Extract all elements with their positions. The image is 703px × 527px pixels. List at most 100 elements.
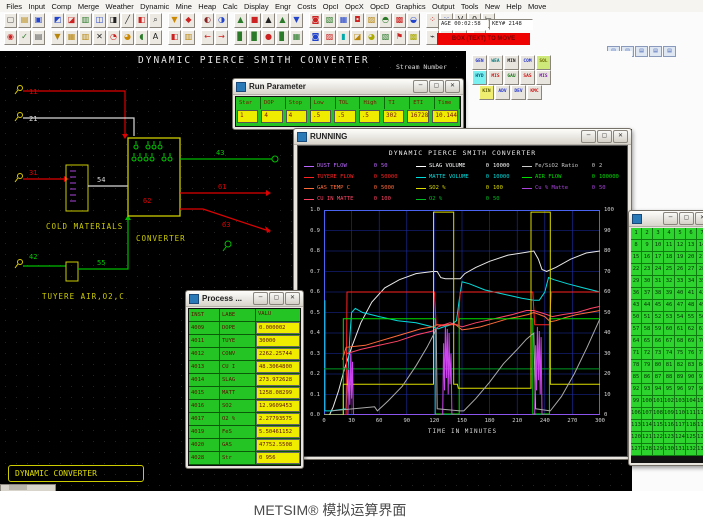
stream-number-cell[interactable]: 24 bbox=[653, 264, 664, 276]
minimized-window-icon[interactable]: ▤ bbox=[635, 46, 648, 57]
stream-number-cell[interactable]: 64 bbox=[631, 336, 642, 348]
mixer-unit[interactable] bbox=[65, 164, 89, 212]
stream-number-cell[interactable]: 133 bbox=[697, 444, 703, 456]
run-parameter-value[interactable]: 10.144 bbox=[432, 110, 459, 123]
toolbar-button[interactable]: ◘ bbox=[351, 13, 364, 28]
stream-number-cell[interactable]: 82 bbox=[675, 360, 686, 372]
menu-item-weather[interactable]: Weather bbox=[102, 2, 137, 11]
toolbar-button[interactable]: ◙ bbox=[309, 30, 322, 45]
stream-number-cell[interactable]: 48 bbox=[686, 300, 697, 312]
module-button-sas[interactable]: SAS bbox=[520, 70, 535, 85]
stream-number-cell[interactable]: 8 bbox=[631, 240, 642, 252]
toolbar-button[interactable]: ▊ bbox=[234, 30, 247, 45]
stream-number-cell[interactable]: 29 bbox=[631, 276, 642, 288]
stream-number-cell[interactable]: 104 bbox=[686, 396, 697, 408]
stream-number-cell[interactable]: 56 bbox=[697, 312, 703, 324]
stream-number-cell[interactable]: 3 bbox=[653, 228, 664, 240]
menu-item-dynamic[interactable]: Dynamic bbox=[137, 2, 173, 11]
stream-number-cell[interactable]: 36 bbox=[631, 288, 642, 300]
stream-number-cell[interactable]: 79 bbox=[642, 360, 653, 372]
running-titlebar[interactable]: RUNNING ─ ▢ ✕ bbox=[294, 129, 631, 145]
module-button-dev[interactable]: DEV bbox=[511, 85, 526, 100]
menu-item-move[interactable]: Move bbox=[525, 2, 550, 11]
toolbar-button[interactable]: ▮ bbox=[337, 30, 350, 45]
toolbar-button[interactable]: ▤ bbox=[32, 30, 45, 45]
toolbar-button[interactable]: ▢ bbox=[4, 13, 17, 28]
stream-number-cell[interactable]: 123 bbox=[664, 432, 675, 444]
module-button-wea[interactable]: WEA bbox=[488, 55, 503, 70]
stream-number-cell[interactable]: 119 bbox=[697, 420, 703, 432]
process-titlebar[interactable]: Process ... ─ ▢ ✕ bbox=[186, 291, 303, 307]
menu-item-comp[interactable]: Comp bbox=[48, 2, 74, 11]
stream-number-cell[interactable]: 39 bbox=[664, 288, 675, 300]
toolbar-button[interactable]: ◆ bbox=[182, 13, 195, 28]
run-parameter-value[interactable]: 302 bbox=[382, 110, 405, 123]
toolbar-button[interactable]: ◧ bbox=[168, 30, 181, 45]
minimize-button[interactable]: ─ bbox=[413, 80, 428, 93]
toolbar-button[interactable]: ▲ bbox=[234, 13, 247, 28]
toolbar-button[interactable]: ▼ bbox=[168, 13, 181, 28]
stream-number-cell[interactable]: 120 bbox=[631, 432, 642, 444]
menu-item-opci[interactable]: OpcI bbox=[320, 2, 342, 11]
stream-number-cell[interactable]: 35 bbox=[697, 276, 703, 288]
minimize-button[interactable]: ─ bbox=[581, 130, 596, 143]
tuyere-unit[interactable] bbox=[65, 261, 79, 282]
minimize-button[interactable]: ─ bbox=[253, 292, 268, 305]
stream-number-cell[interactable]: 106 bbox=[631, 408, 642, 420]
stream-number-cell[interactable]: 116 bbox=[664, 420, 675, 432]
toolbar-button[interactable]: ▧ bbox=[323, 13, 336, 28]
module-button-mis[interactable]: MIS bbox=[536, 70, 551, 85]
toolbar-button[interactable]: ■ bbox=[248, 13, 261, 28]
stream-number-cell[interactable]: 70 bbox=[697, 336, 703, 348]
stream-number-cell[interactable]: 103 bbox=[675, 396, 686, 408]
toolbar-button[interactable]: ◐ bbox=[201, 13, 214, 28]
stream-number-cell[interactable]: 93 bbox=[642, 384, 653, 396]
stream-number-cell[interactable]: 108 bbox=[653, 408, 664, 420]
stream-number-cell[interactable]: 118 bbox=[686, 420, 697, 432]
menu-item-input[interactable]: Input bbox=[25, 2, 48, 11]
menu-item-opcd[interactable]: OpcD bbox=[367, 2, 393, 11]
toolbar-button[interactable]: ▧ bbox=[379, 30, 392, 45]
stream-number-cell[interactable]: 31 bbox=[653, 276, 664, 288]
stream-number-cell[interactable]: 42 bbox=[697, 288, 703, 300]
stream-number-cell[interactable]: 122 bbox=[653, 432, 664, 444]
stream-node-icon[interactable] bbox=[17, 259, 23, 265]
stream-number-cell[interactable]: 98 bbox=[697, 384, 703, 396]
stream-number-cell[interactable]: 90 bbox=[686, 372, 697, 384]
stream-number-cell[interactable]: 55 bbox=[686, 312, 697, 324]
run-parameter-value[interactable]: 16728 bbox=[407, 110, 430, 123]
stream-number-cell[interactable]: 57 bbox=[631, 324, 642, 336]
maximize-button[interactable]: ▢ bbox=[679, 212, 694, 225]
menu-item-mine[interactable]: Mine bbox=[172, 2, 195, 11]
toolbar-button[interactable]: ◒ bbox=[407, 13, 420, 28]
stream-number-cell[interactable]: 13 bbox=[686, 240, 697, 252]
stream-number-cell[interactable]: 97 bbox=[686, 384, 697, 396]
value-cell[interactable]: 273.972628 bbox=[256, 374, 300, 386]
toolbar-button[interactable]: ▤ bbox=[18, 13, 31, 28]
toolbar-button[interactable]: A bbox=[149, 30, 162, 45]
stream-number-cell[interactable]: 72 bbox=[642, 348, 653, 360]
stream-number-cell[interactable]: 46 bbox=[664, 300, 675, 312]
run-parameter-value[interactable]: 4 bbox=[285, 110, 307, 123]
toolbar-button[interactable]: ▣ bbox=[32, 13, 45, 28]
module-button-kin[interactable]: KIN bbox=[479, 85, 494, 100]
stream-number-cell[interactable]: 81 bbox=[664, 360, 675, 372]
menu-item-help[interactable]: Help bbox=[503, 2, 525, 11]
close-button[interactable]: ✕ bbox=[445, 80, 460, 93]
stream-number-cell[interactable]: 73 bbox=[653, 348, 664, 360]
stream-number-cell[interactable]: 88 bbox=[664, 372, 675, 384]
minimized-window-icon[interactable]: ▤ bbox=[663, 46, 676, 57]
toolbar-button[interactable]: ◔ bbox=[107, 30, 120, 45]
stream-number-cell[interactable]: 53 bbox=[664, 312, 675, 324]
toolbar-button[interactable]: ▥ bbox=[79, 30, 92, 45]
stream-number-cell[interactable]: 111 bbox=[686, 408, 697, 420]
stream-number-cell[interactable]: 45 bbox=[653, 300, 664, 312]
module-button-gau[interactable]: GAU bbox=[504, 70, 519, 85]
stream-number-cell[interactable]: 61 bbox=[675, 324, 686, 336]
toolbar-button[interactable]: ● bbox=[262, 30, 275, 45]
stream-number-cell[interactable]: 17 bbox=[653, 252, 664, 264]
toolbar-button[interactable]: ◧ bbox=[135, 13, 148, 28]
value-cell[interactable]: 2262.25744 bbox=[256, 348, 300, 360]
stream-number-cell[interactable]: 113 bbox=[631, 420, 642, 432]
stream-number-cell[interactable]: 109 bbox=[664, 408, 675, 420]
